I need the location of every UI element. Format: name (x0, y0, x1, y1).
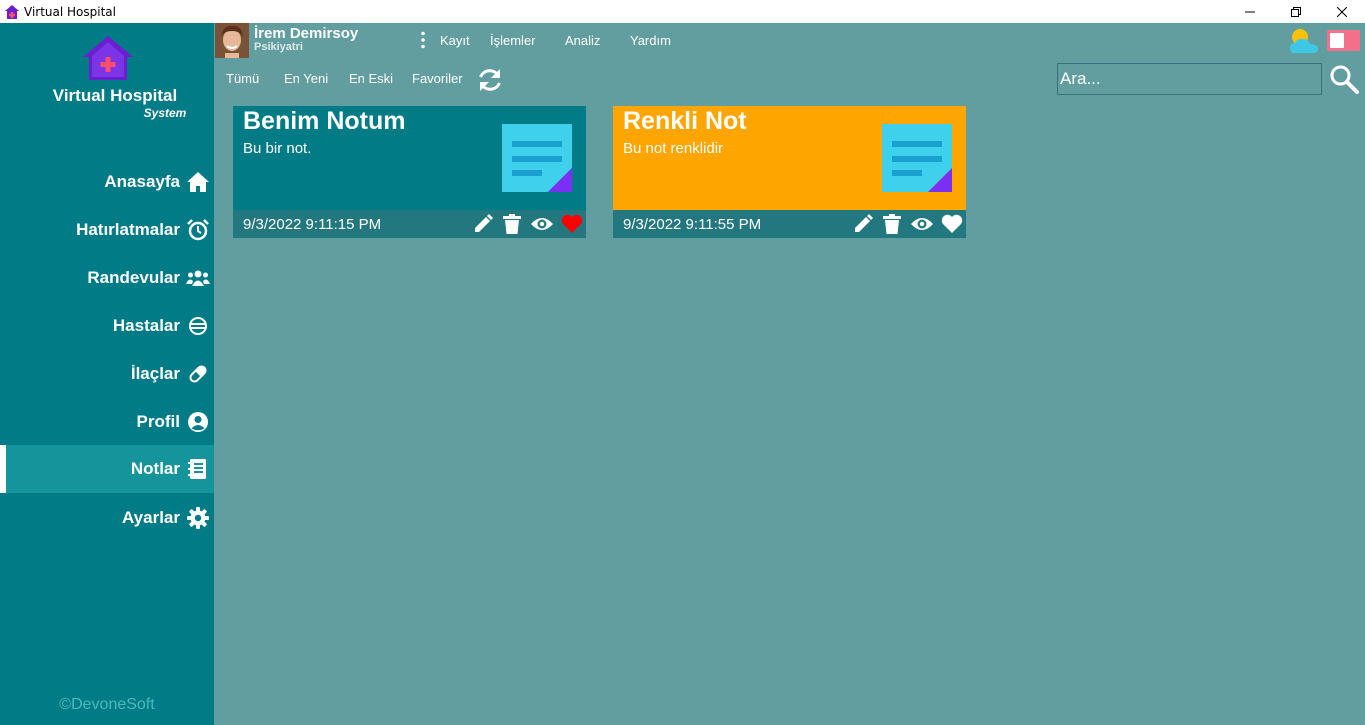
edit-button[interactable] (852, 213, 874, 235)
note-text: Bu not renklidir (623, 140, 724, 157)
note-card[interactable]: Benim Notum Bu bir not. 9/3/2022 9:11:15… (233, 106, 586, 238)
sidebar-item-label: Profil (136, 412, 180, 431)
sidebar-item-anasayfa[interactable]: Anasayfa (0, 158, 214, 206)
sidebar-item-profil[interactable]: Profil (0, 398, 214, 446)
note-title: Renkli Not (623, 107, 747, 135)
note-card[interactable]: Renkli Not Bu not renklidir 9/3/2022 9:1… (613, 106, 966, 238)
search-input[interactable] (1057, 63, 1322, 95)
hospital-logo-icon (83, 36, 133, 80)
pencil-icon (475, 214, 493, 232)
menu-yardim[interactable]: Yardım (630, 33, 671, 48)
sidebar-item-label: Randevular (87, 268, 180, 287)
copyright-text: ©DevoneSoft (59, 696, 155, 713)
sidebar-item-hastalar[interactable]: Hastalar (0, 302, 214, 350)
sidebar: Virtual Hospital System Anasayfa Hatırla… (0, 23, 214, 725)
edit-button[interactable] (472, 213, 494, 235)
patient-icon (186, 314, 210, 338)
sticky-note-icon (882, 124, 952, 192)
heart-icon (561, 214, 583, 233)
favorite-button[interactable] (941, 213, 963, 235)
restore-button[interactable] (1273, 0, 1319, 23)
favorite-button[interactable] (561, 213, 583, 235)
filter-all[interactable]: Tümü (226, 71, 259, 86)
sidebar-item-label: İlaçlar (130, 364, 180, 383)
trash-icon (883, 214, 901, 234)
note-date: 9/3/2022 9:11:55 PM (623, 216, 762, 233)
restore-icon (1291, 6, 1301, 17)
toggle-knob (1330, 33, 1344, 48)
delete-button[interactable] (881, 213, 903, 235)
people-group-icon (186, 266, 210, 290)
minimize-button[interactable] (1227, 0, 1273, 23)
sidebar-item-hatirlatmalar[interactable]: Hatırlatmalar (0, 206, 214, 254)
close-button[interactable] (1319, 0, 1365, 23)
theme-weather-icon[interactable] (1289, 27, 1319, 54)
eye-icon (531, 218, 553, 230)
search-icon[interactable] (1329, 64, 1359, 94)
theme-toggle[interactable] (1327, 30, 1360, 51)
sidebar-item-randevular[interactable]: Randevular (0, 254, 214, 302)
window-title: Virtual Hospital (24, 4, 116, 19)
sidebar-item-label: Hatırlatmalar (76, 220, 180, 239)
refresh-icon[interactable] (476, 66, 504, 94)
filter-oldest[interactable]: En Eski (349, 71, 393, 86)
minimize-icon (1245, 11, 1255, 12)
app-logo-icon (5, 4, 19, 19)
note-title: Benim Notum (243, 107, 406, 135)
close-icon (1337, 6, 1347, 17)
sidebar-item-ayarlar[interactable]: Ayarlar (0, 494, 214, 542)
menu-kayit[interactable]: Kayıt (440, 33, 470, 48)
sidebar-item-notlar[interactable]: Notlar (0, 445, 214, 493)
note-text: Bu bir not. (243, 140, 312, 157)
home-icon (186, 170, 210, 194)
sidebar-item-label: Hastalar (112, 316, 180, 335)
sidebar-item-label: Notlar (130, 459, 180, 478)
sidebar-item-label: Anasayfa (104, 172, 180, 191)
sidebar-item-ilaclar[interactable]: İlaçlar (0, 350, 214, 398)
gear-icon (186, 506, 210, 530)
view-button[interactable] (911, 213, 933, 235)
filter-newest[interactable]: En Yeni (284, 71, 328, 86)
filter-favorites[interactable]: Favoriler (412, 71, 463, 86)
heart-icon (941, 214, 963, 233)
user-role: Psikiyatri (254, 41, 303, 53)
view-button[interactable] (531, 213, 553, 235)
avatar[interactable] (215, 23, 249, 58)
menu-analiz[interactable]: Analiz (565, 33, 600, 48)
sticky-note-icon (502, 124, 572, 192)
sidebar-item-label: Ayarlar (122, 508, 180, 527)
pencil-icon (855, 214, 873, 232)
more-vertical-icon[interactable] (419, 31, 427, 49)
eye-icon (911, 218, 933, 230)
brand-title: Virtual Hospital (52, 86, 178, 105)
notebook-icon (186, 457, 210, 481)
delete-button[interactable] (501, 213, 523, 235)
user-circle-icon (186, 410, 210, 434)
window-title-bar: Virtual Hospital (0, 0, 1365, 23)
note-date: 9/3/2022 9:11:15 PM (243, 216, 382, 233)
alarm-clock-icon (186, 218, 210, 242)
menu-islemler[interactable]: İşlemler (490, 33, 536, 48)
pill-icon (186, 362, 210, 386)
trash-icon (503, 214, 521, 234)
user-name: İrem Demirsoy (254, 25, 359, 42)
